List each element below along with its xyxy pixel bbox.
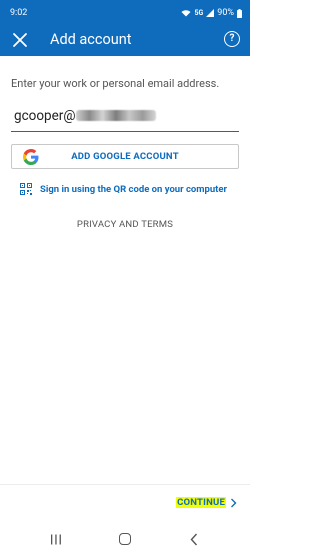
page-title: Add account — [50, 31, 132, 48]
network-type: 5G — [194, 9, 204, 17]
qr-code-icon — [20, 183, 32, 195]
add-google-account-button[interactable]: ADD GOOGLE ACCOUNT — [11, 144, 239, 169]
chevron-right-icon — [231, 498, 237, 507]
continue-label: CONTINUE — [176, 497, 226, 508]
battery-icon — [237, 8, 242, 18]
wifi-icon — [181, 10, 191, 17]
signal-icon — [206, 9, 215, 17]
email-value: gcooper@ — [14, 108, 157, 124]
home-icon[interactable] — [119, 533, 131, 545]
email-prompt: Enter your work or personal email addres… — [11, 77, 220, 90]
app-bar: Add account ? — [0, 26, 250, 56]
qr-signin-link[interactable]: Sign in using the QR code on your comput… — [20, 183, 227, 195]
add-account-screen: 9:02 5G 90% Add account ? Enter your wor… — [0, 0, 250, 556]
bottom-divider — [0, 484, 250, 485]
google-button-label: ADD GOOGLE ACCOUNT — [71, 151, 179, 162]
status-icons: 5G 90% — [181, 8, 242, 18]
redacted-domain — [76, 110, 157, 121]
status-bar: 9:02 5G 90% — [0, 0, 250, 26]
help-icon[interactable]: ? — [224, 31, 240, 47]
continue-button[interactable]: CONTINUE — [176, 497, 237, 508]
close-icon[interactable] — [10, 30, 30, 50]
email-field[interactable]: gcooper@ — [11, 104, 239, 132]
recent-apps-icon[interactable] — [50, 534, 62, 545]
email-local-part: gcooper@ — [14, 108, 76, 124]
system-nav-bar — [0, 522, 250, 556]
privacy-and-terms-link[interactable]: PRIVACY AND TERMS — [0, 219, 250, 230]
battery-level: 90% — [217, 8, 234, 18]
qr-signin-label: Sign in using the QR code on your comput… — [40, 183, 227, 195]
status-time: 9:02 — [10, 8, 28, 18]
back-icon[interactable] — [190, 533, 198, 546]
